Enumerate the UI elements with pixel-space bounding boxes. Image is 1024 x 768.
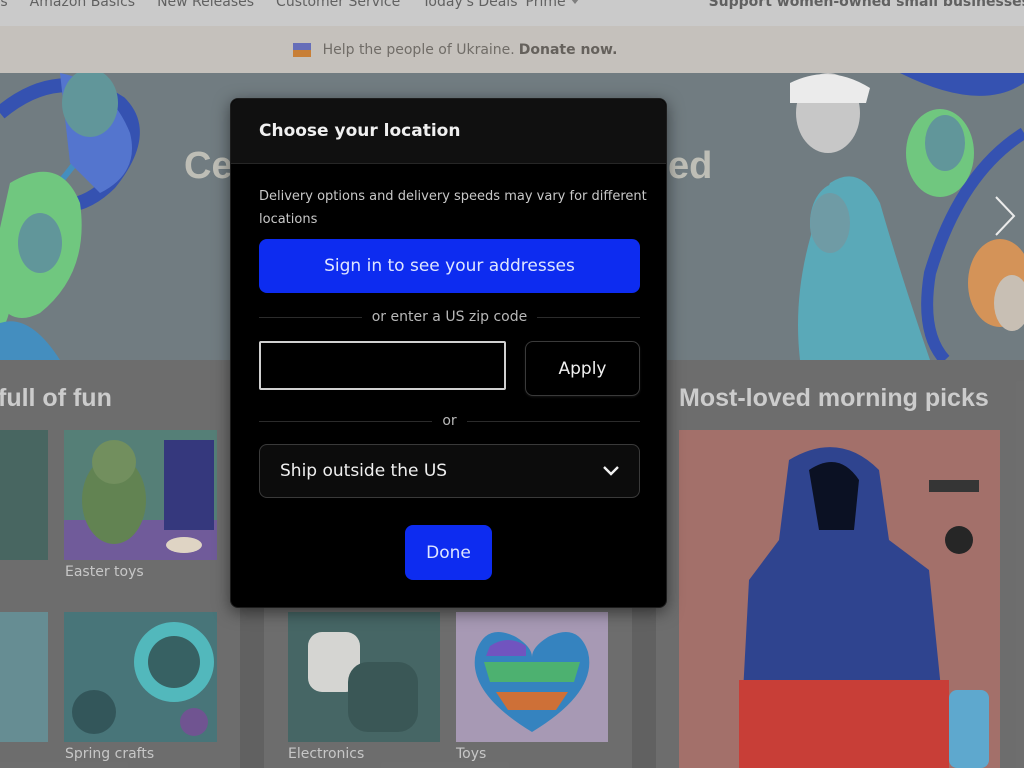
- apply-button[interactable]: Apply: [525, 341, 640, 396]
- or-divider: or: [259, 411, 641, 431]
- ship-outside-us-select[interactable]: Ship outside the US: [259, 444, 640, 498]
- done-button[interactable]: Done: [405, 525, 492, 580]
- or-divider-text: or: [442, 413, 457, 429]
- sign-in-addresses-button[interactable]: Sign in to see your addresses: [259, 239, 640, 293]
- divider-line: [537, 316, 640, 318]
- zip-code-input[interactable]: [259, 341, 506, 390]
- chevron-down-icon: [603, 466, 619, 476]
- ship-select-label: Ship outside the US: [280, 461, 448, 481]
- divider-line: [466, 420, 641, 422]
- modal-description: Delivery options and delivery speeds may…: [259, 189, 647, 227]
- divider-line: [259, 420, 433, 422]
- location-modal: Choose your location Delivery options an…: [230, 98, 667, 608]
- modal-title: Choose your location: [259, 121, 461, 141]
- divider-line: [259, 316, 362, 318]
- zip-divider: or enter a US zip code: [259, 307, 640, 327]
- modal-header: Choose your location: [231, 99, 666, 164]
- zip-divider-text: or enter a US zip code: [371, 309, 528, 325]
